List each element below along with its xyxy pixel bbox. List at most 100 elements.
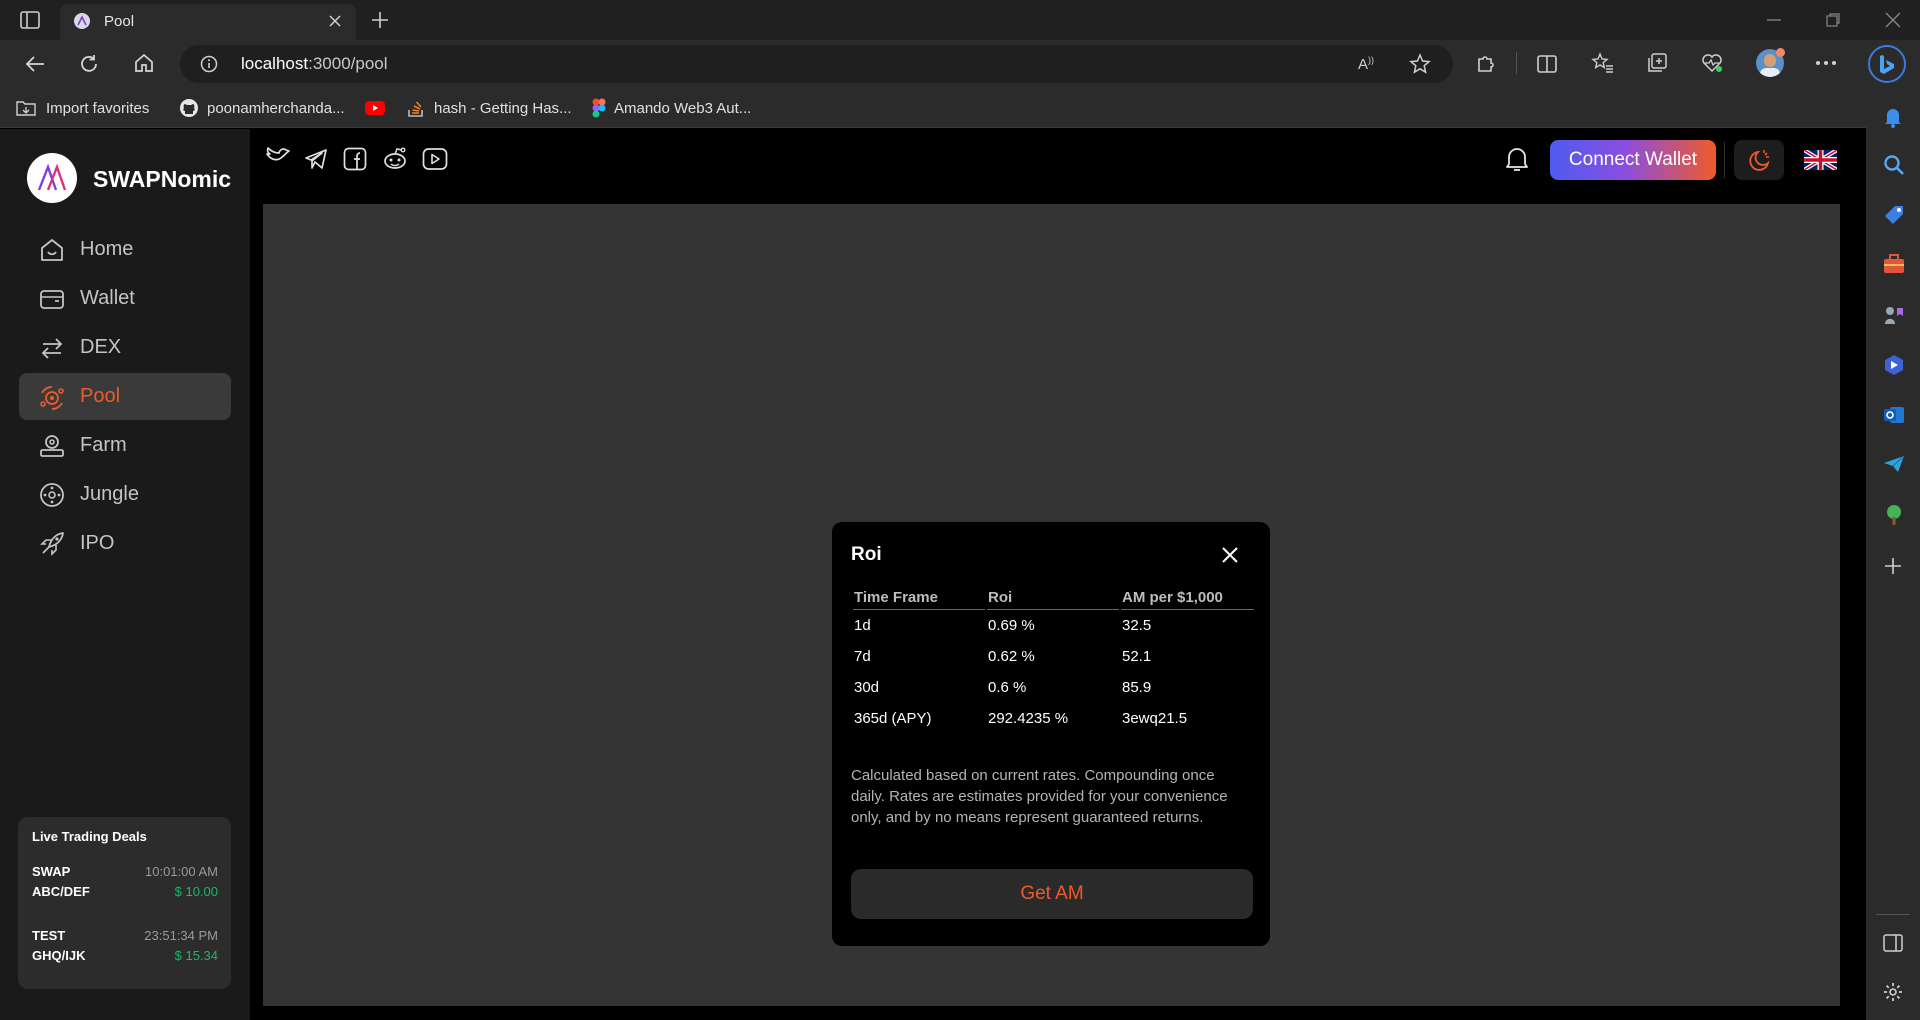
split-screen-icon[interactable] (1536, 53, 1558, 75)
read-aloud-icon[interactable]: A)) (1358, 55, 1374, 73)
copilot-icon[interactable] (1868, 45, 1906, 83)
nav-label: Wallet (80, 287, 135, 309)
github-icon (180, 99, 198, 117)
restore-icon[interactable] (1826, 13, 1840, 27)
tree-icon[interactable] (1883, 504, 1905, 526)
connect-wallet-button[interactable]: Connect Wallet (1550, 140, 1716, 180)
url-host: localhost (241, 54, 309, 73)
youtube-favorite-link[interactable] (364, 88, 386, 128)
shopping-tag-icon[interactable] (1883, 204, 1905, 226)
collections-icon[interactable] (1646, 52, 1668, 74)
favorites-list-icon[interactable] (1591, 52, 1615, 74)
browser-tab-bar: Pool (0, 0, 1920, 40)
deal-time: 23:51:34 PM (144, 928, 218, 943)
deal-row-2-right: 23:51:34 PM $ 15.34 (144, 926, 218, 966)
col-header-roi: Roi (987, 588, 1119, 610)
nav-label: Home (80, 238, 134, 260)
time-frame-cell: 1d (854, 617, 871, 634)
search-sidebar-icon[interactable] (1883, 154, 1905, 176)
figma-favorite-link[interactable]: Amando Web3 Aut... (592, 88, 751, 128)
twitter-bird-icon[interactable] (265, 146, 291, 170)
deals-title: Live Trading Deals (32, 829, 147, 844)
minimize-icon[interactable] (1767, 18, 1781, 22)
get-am-button[interactable]: Get AM (851, 869, 1253, 919)
uk-flag-icon[interactable] (1804, 150, 1837, 170)
youtube-icon (365, 101, 385, 115)
url-path: :3000/pool (308, 54, 388, 73)
address-bar[interactable]: localhost:3000/pool A)) (180, 45, 1453, 83)
roi-cell: 0.69 % (988, 617, 1035, 634)
back-icon[interactable] (24, 53, 46, 75)
nav-item-ipo[interactable]: IPO (19, 520, 231, 567)
refresh-icon[interactable] (78, 53, 100, 75)
brand-logo[interactable] (27, 153, 77, 203)
new-tab-icon[interactable] (370, 10, 390, 30)
deal-row-1-left: SWAP ABC/DEF (32, 862, 90, 902)
extensions-icon[interactable] (1475, 53, 1497, 75)
telegram-icon[interactable] (304, 148, 328, 170)
app-sidebar: SWAPNomic /* placeholder removed below *… (0, 129, 250, 1020)
swap-arrows-icon (41, 338, 63, 359)
farm-icon (40, 435, 64, 457)
tools-briefcase-icon[interactable] (1883, 254, 1905, 274)
notification-bell-icon[interactable] (1883, 106, 1903, 128)
deal-row-1-right: 10:01:00 AM $ 10.00 (145, 862, 218, 902)
roi-table: Time Frame Roi AM per $1,000 1d 0.69 % 3… (851, 588, 1256, 734)
deal-time: 10:01:00 AM (145, 864, 218, 879)
roi-disclaimer: Calculated based on current rates. Compo… (851, 767, 1228, 826)
am-cell: 85.9 (1122, 679, 1152, 696)
web-page: SWAPNomic /* placeholder removed below *… (0, 129, 1866, 1020)
jungle-icon (40, 483, 64, 507)
outlook-icon[interactable] (1883, 404, 1905, 426)
nav-item-farm[interactable]: Farm (19, 422, 231, 469)
nav-item-jungle[interactable]: Jungle (19, 471, 231, 518)
edge-sidebar-divider (1876, 914, 1910, 915)
roi-cell: 0.6 % (988, 679, 1027, 696)
nav-label: Farm (80, 434, 127, 456)
notifications-bell-icon[interactable] (1504, 145, 1530, 173)
send-plane-icon[interactable] (1883, 454, 1905, 474)
nav-item-pool[interactable]: Pool (19, 373, 231, 420)
am-cell: 52.1 (1122, 648, 1152, 665)
theme-toggle-button[interactable] (1734, 140, 1784, 180)
settings-gear-icon[interactable] (1883, 982, 1903, 1002)
live-trading-deals: Live Trading Deals SWAP ABC/DEF 10:01:00… (18, 817, 231, 989)
more-options-icon[interactable] (1815, 60, 1837, 66)
import-favorites-link[interactable]: Import favorites (16, 88, 149, 128)
browser-tab[interactable]: Pool (60, 4, 356, 40)
add-sidebar-app-icon[interactable] (1883, 556, 1903, 576)
games-icon[interactable] (1883, 304, 1905, 326)
close-tab-icon[interactable] (328, 14, 342, 28)
browser-essentials-icon[interactable] (1701, 53, 1723, 73)
nav-label: DEX (80, 336, 122, 358)
app-top-bar: Connect Wallet (250, 129, 1866, 204)
close-modal-icon[interactable] (1221, 546, 1239, 564)
nav-label: Jungle (80, 483, 139, 505)
hide-sidebar-icon[interactable] (1883, 934, 1903, 952)
copilot-sidebar-icon[interactable] (1883, 354, 1905, 376)
home-icon (41, 239, 63, 261)
facebook-icon[interactable] (343, 147, 367, 171)
close-window-icon[interactable] (1885, 12, 1901, 28)
stackoverflow-favorite-link[interactable]: hash - Getting Has... (406, 88, 572, 128)
roi-cell: 0.62 % (988, 648, 1035, 665)
col-header-time-frame: Time Frame (853, 588, 985, 610)
reddit-icon[interactable] (382, 147, 408, 171)
tab-actions-icon[interactable] (20, 11, 40, 29)
home-browser-icon[interactable] (133, 52, 155, 74)
github-favorite-link[interactable]: poonamherchanda... (179, 88, 345, 128)
nav-item-wallet[interactable]: Wallet (19, 275, 231, 322)
favorite-star-icon[interactable] (1409, 53, 1431, 75)
nav-item-dex[interactable]: DEX (19, 324, 231, 371)
topbar-divider (1724, 142, 1725, 178)
youtube-social-icon[interactable] (422, 147, 448, 171)
favorites-bar: Import favorites poonamherchanda... hash… (0, 88, 1920, 128)
nav-label: IPO (80, 532, 115, 554)
stackoverflow-icon (408, 101, 423, 117)
brand-name: SWAPNomic (93, 166, 232, 192)
nav-item-home[interactable]: Home (19, 226, 231, 273)
time-frame-cell: 365d (APY) (854, 710, 932, 727)
site-info-icon[interactable] (200, 55, 218, 73)
fav-label: poonamherchanda... (207, 99, 345, 117)
deal-price: $ 15.34 (174, 948, 218, 963)
